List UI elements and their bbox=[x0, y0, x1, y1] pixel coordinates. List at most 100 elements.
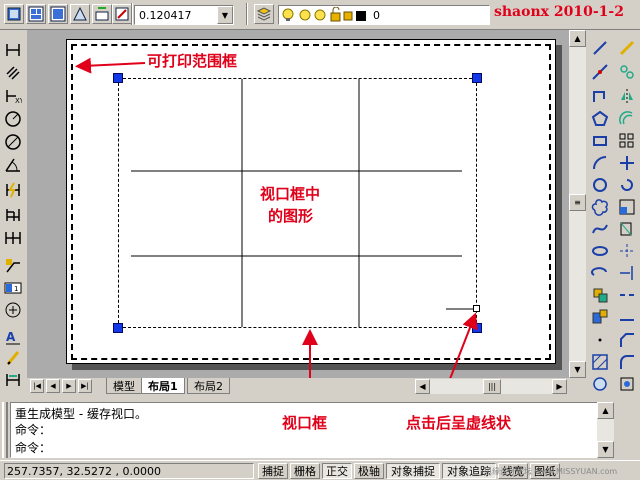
radius-dimension-icon[interactable] bbox=[3, 109, 23, 129]
snap-toggle[interactable]: 捕捉 bbox=[258, 463, 288, 479]
scroll-up-icon[interactable]: ▲ bbox=[569, 30, 586, 47]
chevron-down-icon[interactable]: ▼ bbox=[217, 6, 233, 24]
layer-manager-icon[interactable] bbox=[254, 4, 274, 24]
scale-icon[interactable] bbox=[617, 197, 637, 217]
join-icon[interactable] bbox=[617, 307, 637, 327]
ortho-toggle[interactable]: 正交 bbox=[322, 463, 352, 479]
polygonal-viewport-icon[interactable] bbox=[70, 4, 90, 24]
quick-dimension-icon[interactable] bbox=[3, 180, 23, 200]
click-dashed-label: 点击后呈虚线状 bbox=[406, 414, 512, 432]
center-mark-icon[interactable] bbox=[3, 300, 23, 320]
insert-block-icon[interactable] bbox=[590, 285, 610, 305]
continue-dimension-icon[interactable] bbox=[3, 228, 23, 248]
tab-model[interactable]: 模型 bbox=[106, 378, 142, 394]
scroll-down-icon[interactable]: ▼ bbox=[569, 361, 586, 378]
dimension-text-edit-icon[interactable] bbox=[3, 348, 23, 368]
polyline-icon[interactable] bbox=[590, 86, 610, 106]
command-grip[interactable] bbox=[2, 402, 8, 458]
ellipse-arc-icon[interactable] bbox=[590, 263, 610, 283]
viewport-scale-dropdown[interactable]: 0.120417 ▼ bbox=[134, 5, 234, 25]
ellipse-icon[interactable] bbox=[590, 241, 610, 261]
polygon-icon[interactable] bbox=[590, 109, 610, 129]
next-tab-icon[interactable]: ▶ bbox=[62, 379, 76, 393]
spline-icon[interactable] bbox=[590, 219, 610, 239]
osnap-toggle[interactable]: 对象捕捉 bbox=[386, 463, 440, 479]
scroll-right-icon[interactable]: ▶ bbox=[552, 379, 567, 394]
diameter-dimension-icon[interactable] bbox=[3, 132, 23, 152]
command-history-line: 重生成模型 - 缓存视口。 bbox=[15, 407, 147, 421]
make-block-icon[interactable] bbox=[590, 307, 610, 327]
circle-icon[interactable] bbox=[590, 175, 610, 195]
clip-viewport-icon[interactable] bbox=[112, 4, 132, 24]
tab-layout1[interactable]: 布局1 bbox=[141, 378, 185, 394]
rectangle-icon[interactable] bbox=[590, 131, 610, 151]
hatch-icon[interactable] bbox=[590, 352, 610, 372]
tab-layout2[interactable]: 布局2 bbox=[187, 378, 230, 394]
baseline-dimension-icon[interactable] bbox=[3, 205, 23, 225]
scroll-left-icon[interactable]: ◀ bbox=[415, 379, 430, 394]
leader-icon[interactable] bbox=[3, 256, 23, 276]
offset-icon[interactable] bbox=[617, 109, 637, 129]
dimension-edit-icon[interactable]: A bbox=[3, 327, 23, 347]
rotate-icon[interactable] bbox=[617, 175, 637, 195]
cmd-scroll-up-icon[interactable]: ▲ bbox=[597, 402, 614, 419]
grid-toggle[interactable]: 栅格 bbox=[290, 463, 320, 479]
drawing-canvas[interactable]: 可打印范围框 视口框中 的图形 bbox=[27, 30, 569, 378]
viewport-icon[interactable] bbox=[26, 4, 46, 24]
break-icon[interactable] bbox=[617, 285, 637, 305]
status-bar: 257.7357, 32.5272 , 0.0000 捕捉 栅格 正交 极轴 对… bbox=[0, 460, 640, 480]
horizontal-scrollbar[interactable]: ◀ ||| ▶ bbox=[415, 379, 567, 394]
revision-cloud-icon[interactable] bbox=[590, 197, 610, 217]
model-space-icon[interactable] bbox=[4, 4, 24, 24]
grip-top-left[interactable] bbox=[113, 73, 123, 83]
array-icon[interactable] bbox=[617, 131, 637, 151]
aligned-dimension-icon[interactable] bbox=[3, 63, 23, 83]
object-viewport-icon[interactable] bbox=[92, 4, 112, 24]
grip-bottom-right[interactable] bbox=[472, 323, 482, 333]
last-tab-icon[interactable]: ▶| bbox=[78, 379, 92, 393]
extend-icon[interactable] bbox=[617, 263, 637, 283]
command-prompt-line2[interactable]: 命令： bbox=[15, 439, 51, 456]
grip-bottom-left[interactable] bbox=[113, 323, 123, 333]
vertical-scrollbar[interactable]: ▲ ≡ ▼ bbox=[569, 30, 586, 378]
arc-icon[interactable] bbox=[590, 153, 610, 173]
mirror-icon[interactable] bbox=[617, 86, 637, 106]
move-icon[interactable] bbox=[617, 153, 637, 173]
svg-text:A: A bbox=[6, 330, 16, 344]
viewport-scale-value: 0.120417 bbox=[139, 8, 192, 22]
dimension-update-icon[interactable] bbox=[3, 370, 23, 390]
stretch-icon[interactable] bbox=[617, 219, 637, 239]
layer-name: 0 bbox=[373, 8, 380, 22]
explode-icon[interactable] bbox=[617, 374, 637, 394]
point-icon[interactable] bbox=[590, 330, 610, 350]
trim-icon[interactable] bbox=[617, 241, 637, 261]
copy-icon[interactable] bbox=[617, 62, 637, 82]
draw-modify-toolbar bbox=[587, 30, 640, 400]
first-tab-icon[interactable]: |◀ bbox=[30, 379, 44, 393]
prev-tab-icon[interactable]: ◀ bbox=[46, 379, 60, 393]
region-icon[interactable] bbox=[590, 374, 610, 394]
angular-dimension-icon[interactable] bbox=[3, 155, 23, 175]
coordinate-readout: 257.7357, 32.5272 , 0.0000 bbox=[4, 463, 254, 479]
dimension-toolbar: XY 1 A bbox=[0, 30, 26, 400]
chamfer-icon[interactable] bbox=[617, 330, 637, 350]
tolerance-icon[interactable]: 1 bbox=[3, 278, 23, 298]
scroll-thumb[interactable]: ≡ bbox=[569, 194, 586, 211]
cmd-scroll-down-icon[interactable]: ▼ bbox=[597, 441, 614, 458]
construction-line-icon[interactable] bbox=[590, 62, 610, 82]
line-icon[interactable] bbox=[590, 38, 610, 58]
viewport-content-label-line2: 的图形 bbox=[268, 207, 314, 225]
fillet-icon[interactable] bbox=[617, 352, 637, 372]
single-viewport-icon[interactable] bbox=[48, 4, 68, 24]
crosshair-pickbox bbox=[473, 305, 480, 312]
layout-tab-bar: |◀ ◀ ▶ ▶| 模型 布局1 布局2 ◀ ||| ▶ bbox=[27, 378, 569, 395]
grip-top-right[interactable] bbox=[472, 73, 482, 83]
site-watermark: 思缘设计论坛 www.MISSYUAN.com bbox=[484, 467, 618, 476]
linear-dimension-icon[interactable] bbox=[3, 40, 23, 60]
ordinate-dimension-icon[interactable]: XY bbox=[3, 86, 23, 106]
command-scrollbar[interactable]: ▲ ▼ bbox=[597, 402, 614, 458]
hscroll-thumb[interactable]: ||| bbox=[483, 379, 501, 394]
layer-dropdown[interactable]: 0 bbox=[278, 5, 490, 25]
polar-toggle[interactable]: 极轴 bbox=[354, 463, 384, 479]
erase-icon[interactable] bbox=[617, 38, 637, 58]
